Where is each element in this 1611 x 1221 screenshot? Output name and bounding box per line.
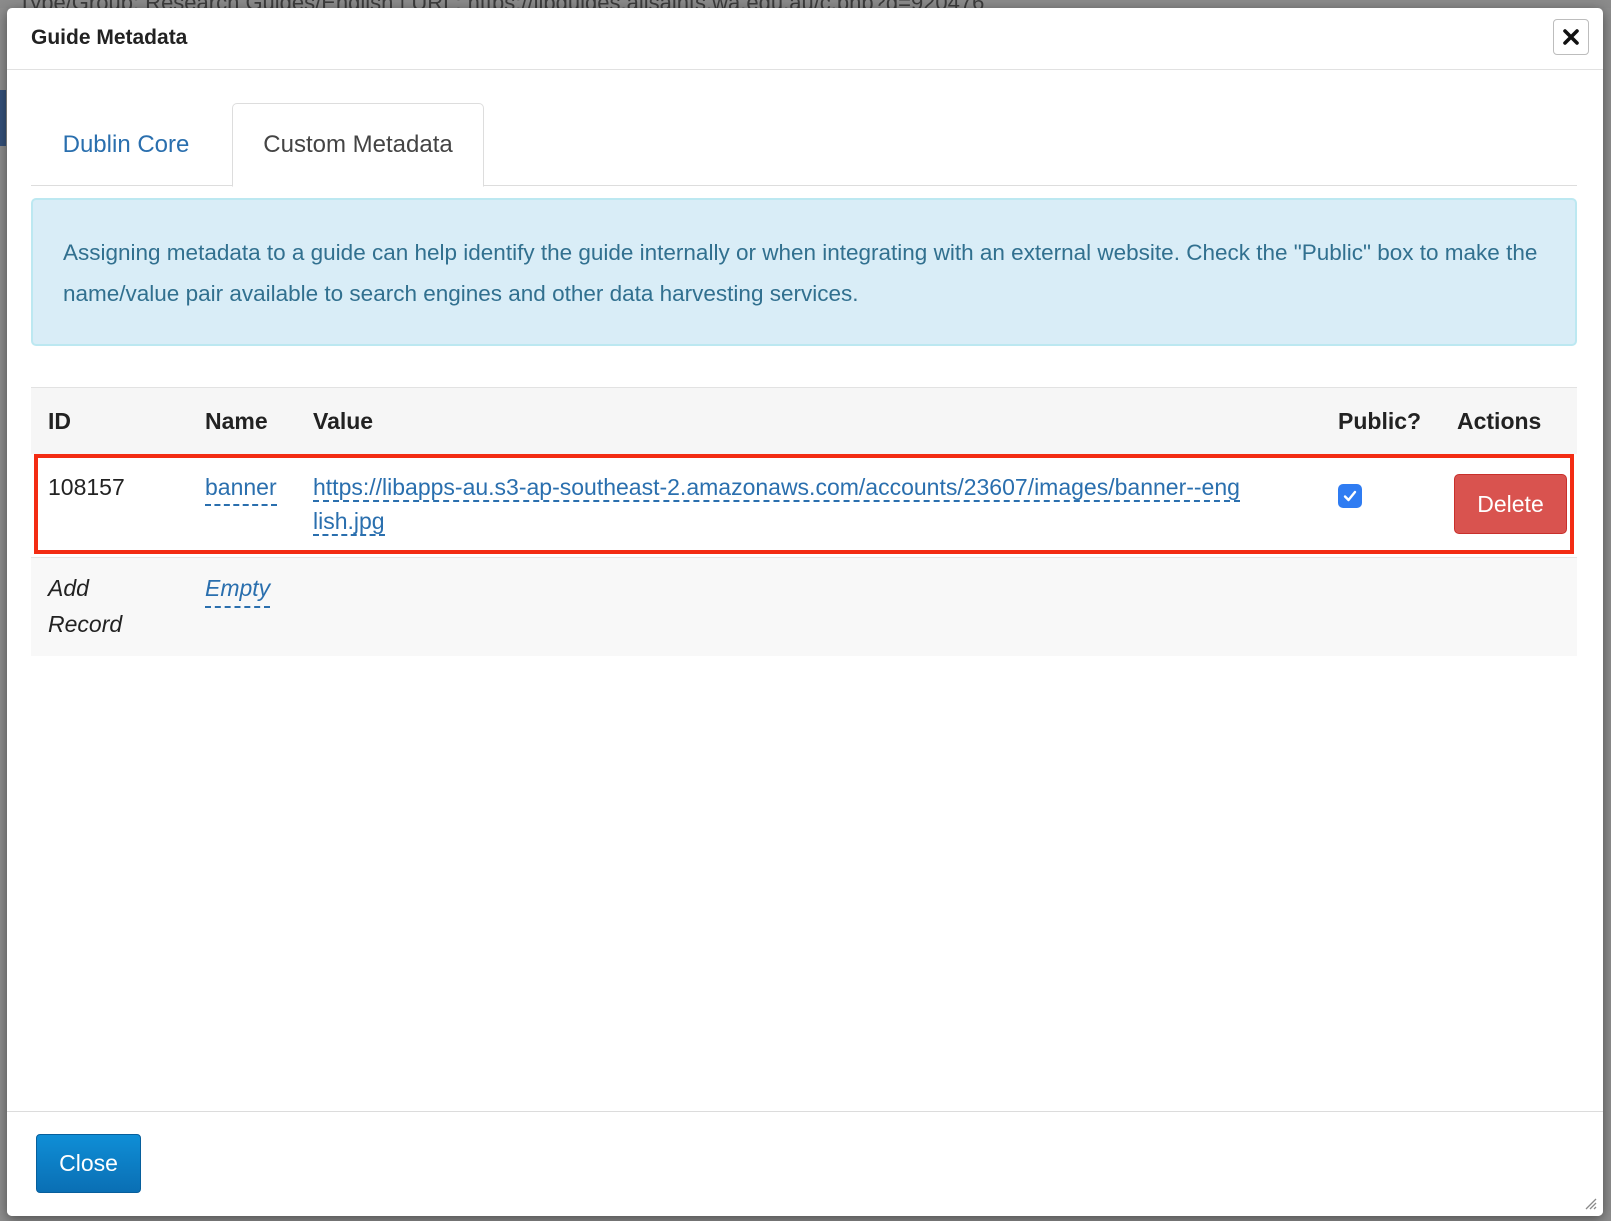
guide-metadata-modal: Guide Metadata Dublin Core Custom Metada… [7, 8, 1603, 1216]
row-value-text: https://libapps-au.s3-ap-southeast-2.ama… [313, 474, 1240, 536]
info-alert: Assigning metadata to a guide can help i… [31, 198, 1577, 346]
row-value-link[interactable]: https://libapps-au.s3-ap-southeast-2.ama… [313, 470, 1243, 538]
background-top-text: Type/Group: Research Guides/English | UR… [18, 0, 984, 8]
add-record-name-field[interactable]: Empty [205, 570, 271, 608]
row-name-link[interactable]: banner [205, 470, 277, 506]
modal-header: Guide Metadata [7, 8, 1603, 70]
metadata-tabs: Dublin Core Custom Metadata [31, 103, 1577, 187]
add-record-row: Add Record Empty [31, 557, 1577, 656]
table-header: ID Name Value Public? Actions [31, 387, 1577, 454]
delete-button[interactable]: Delete [1454, 474, 1567, 534]
modal-footer: Close [7, 1111, 1603, 1216]
close-button[interactable]: Close [36, 1134, 141, 1193]
close-x-icon [1563, 29, 1579, 45]
table-row: 108157 banner https://libapps-au.s3-ap-s… [31, 454, 1577, 557]
tab-dublin-core[interactable]: Dublin Core [31, 103, 221, 186]
tab-custom-metadata[interactable]: Custom Metadata [232, 103, 484, 187]
public-checkbox[interactable] [1338, 484, 1362, 508]
background-nav-marker [0, 90, 6, 146]
custom-metadata-table: ID Name Value Public? Actions 108157 ban… [31, 387, 1577, 656]
add-record-label: Add Record [48, 575, 123, 637]
header-actions: Actions [1457, 408, 1542, 434]
resize-grip-icon[interactable] [1581, 1194, 1597, 1210]
checkmark-icon [1343, 490, 1357, 502]
row-id: 108157 [48, 474, 125, 500]
header-id: ID [48, 408, 71, 434]
header-name: Name [205, 408, 268, 434]
modal-close-button[interactable] [1553, 19, 1589, 55]
background-top-strip: Type/Group: Research Guides/English | UR… [0, 0, 1611, 8]
header-value: Value [313, 408, 374, 434]
header-public: Public? [1338, 408, 1422, 434]
modal-title: Guide Metadata [31, 26, 188, 49]
